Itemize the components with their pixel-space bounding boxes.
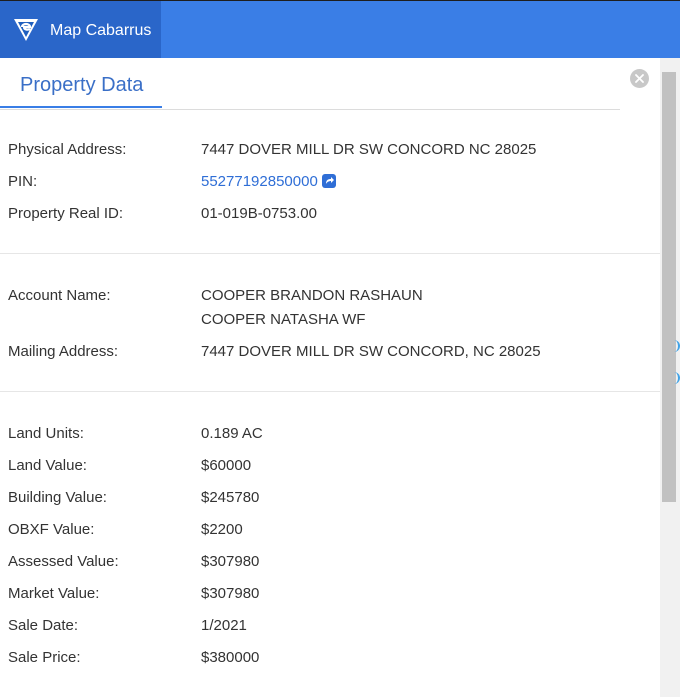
physical-address-label: Physical Address:: [8, 141, 127, 158]
valuation-label: Sale Date:: [8, 617, 79, 634]
scrollbar-thumb[interactable]: [662, 72, 676, 502]
mailing-address-label: Mailing Address:: [8, 343, 119, 360]
valuation-value: $60000: [201, 457, 252, 474]
valuation-label: Market Value:: [8, 585, 100, 602]
mailing-address-value: 7447 DOVER MILL DR SW CONCORD, NC 28025: [201, 343, 541, 360]
valuation-value: $307980: [201, 553, 260, 570]
account-name-value-2: COOPER NATASHA WF: [201, 311, 366, 328]
tab-property-data-label: Property Data: [20, 74, 144, 96]
physical-address-value: 7447 DOVER MILL DR SW CONCORD NC 28025: [201, 141, 537, 158]
close-button[interactable]: [630, 69, 649, 88]
pin-value-wrapper: 55277192850000: [201, 172, 336, 192]
valuation-label: Sale Price:: [8, 649, 81, 666]
section-divider: [0, 253, 660, 254]
property-real-id-value: 01-019B-0753.00: [201, 205, 317, 222]
valuation-value: 0.189 AC: [201, 425, 263, 442]
account-name-label: Account Name:: [8, 287, 111, 304]
valuation-label: Assessed Value:: [8, 553, 119, 570]
tab-strip: Property Data: [0, 58, 620, 110]
section-divider: [0, 391, 660, 392]
valuation-value: $380000: [201, 649, 260, 666]
valuation-value: 1/2021: [201, 617, 247, 634]
valuation-label: Land Units:: [8, 425, 84, 442]
valuation-value: $245780: [201, 489, 260, 506]
account-name-value-1: COOPER BRANDON RASHAUN: [201, 287, 423, 304]
property-panel: Property Data Physical Address: 7447 DOV…: [0, 58, 662, 697]
external-link-icon[interactable]: [321, 174, 336, 188]
tab-property-data[interactable]: Property Data: [0, 58, 162, 108]
property-real-id-label: Property Real ID:: [8, 205, 124, 222]
valuation-value: $307980: [201, 585, 260, 602]
pin-label: PIN:: [8, 173, 38, 190]
top-navbar: Map Cabarrus: [0, 0, 680, 58]
valuation-label: OBXF Value:: [8, 521, 95, 538]
brand-home-link[interactable]: Map Cabarrus: [0, 1, 161, 58]
app-title: Map Cabarrus: [50, 22, 152, 39]
valuation-label: Building Value:: [8, 489, 107, 506]
close-icon: [635, 74, 644, 83]
valuation-label: Land Value:: [8, 457, 87, 474]
pin-link[interactable]: 55277192850000: [201, 173, 318, 190]
valuation-value: $2200: [201, 521, 243, 538]
cabarrus-logo-icon: [14, 19, 38, 41]
